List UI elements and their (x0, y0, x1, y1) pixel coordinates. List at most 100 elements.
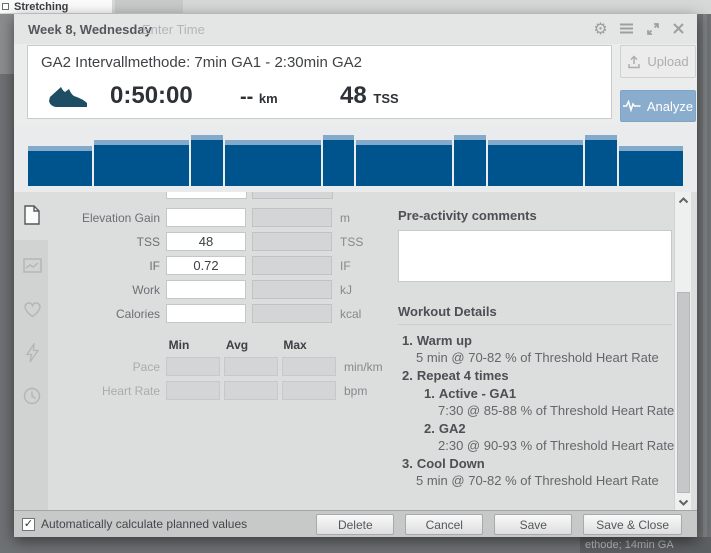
stats-input (224, 381, 278, 400)
auto-calc-checkbox[interactable]: ✓ Automatically calculate planned values (22, 517, 247, 531)
analyze-label: Analyze (647, 99, 693, 114)
step-detail: 2:30 @ 90-93 % of Threshold Heart Rate (438, 437, 682, 454)
step-detail: 7:30 @ 85-88 % of Threshold Heart Rate (438, 402, 682, 419)
background-left-strip (0, 14, 14, 553)
scrollbar-thumb[interactable] (677, 292, 690, 493)
chart-bar-body (323, 140, 355, 186)
clipped-input-completed (252, 192, 333, 199)
analyze-button[interactable]: Analyze (620, 90, 696, 122)
chart-bar-active-ga1[interactable] (488, 140, 584, 186)
workout-title: GA2 Intervallmethode: 7min GA1 - 2:30min… (41, 54, 362, 71)
step-name: Active - GA1 (439, 386, 516, 401)
close-icon[interactable] (670, 20, 687, 37)
waveform-icon (623, 100, 642, 112)
gear-icon[interactable]: ⚙ (592, 20, 609, 37)
step-name: Warm up (417, 333, 472, 348)
expand-icon[interactable] (644, 20, 661, 37)
field-label: IF (149, 259, 160, 273)
completed-input (252, 256, 332, 275)
enter-time-link[interactable]: Enter Time (142, 22, 205, 37)
step-number: 1. (424, 386, 435, 401)
background-left-highlight (0, 14, 14, 74)
step-title: 2. Repeat 4 times (402, 367, 682, 384)
stats-unit: bpm (344, 384, 367, 398)
chart-bar-cool-down[interactable] (619, 146, 683, 186)
workout-step-repeat-4-times: 2. Repeat 4 times (402, 367, 682, 384)
cancel-button[interactable]: Cancel (405, 514, 483, 535)
workout-structure-chart[interactable] (14, 125, 697, 192)
stats-input (282, 357, 336, 376)
chart-bar-body (94, 145, 190, 186)
planned-input[interactable] (166, 304, 246, 323)
workout-details-divider (398, 324, 672, 325)
background-workout-fragment: ethode; 14min GA (585, 539, 674, 551)
step-number: 2. (424, 421, 435, 436)
workout-step-ga2: 2.GA22:30 @ 90-93 % of Threshold Heart R… (424, 420, 682, 454)
distance-number: -- (240, 86, 253, 108)
field-unit: kJ (340, 283, 352, 297)
footer-buttons: Delete Cancel Save Save & Close (316, 514, 682, 535)
step-title: 1. Active - GA1 (424, 385, 682, 402)
pre-activity-comments-input[interactable] (398, 230, 672, 282)
completed-input (252, 208, 332, 227)
form-row-calories: Calorieskcal (14, 304, 697, 324)
stats-header-max: Max (268, 338, 322, 352)
duration-value: 0:50:00 (110, 82, 193, 110)
chart-bar-ga2[interactable] (323, 135, 355, 186)
step-number: 2. (402, 368, 413, 383)
planned-input[interactable] (166, 232, 246, 251)
workout-step-warm-up: 1.Warm up5 min @ 70-82 % of Threshold He… (402, 332, 682, 366)
upload-label: Upload (647, 54, 688, 69)
chart-bar-ga2[interactable] (454, 135, 486, 186)
background-checkbox (2, 3, 9, 10)
save-button[interactable]: Save (494, 514, 572, 535)
chart-bar-body (488, 145, 584, 186)
chart-bar-body (356, 145, 452, 186)
planned-input[interactable] (166, 280, 246, 299)
step-name: Cool Down (417, 456, 485, 471)
chart-bar-active-ga1[interactable] (225, 140, 321, 186)
save-close-button[interactable]: Save & Close (583, 514, 682, 535)
workout-details-list: 1. Warm up 5 min @ 70-82 % of Threshold He… (402, 332, 682, 490)
chart-bar-active-ga1[interactable] (94, 140, 190, 186)
menu-icon[interactable] (618, 20, 635, 37)
pre-activity-comments-title: Pre-activity comments (398, 208, 537, 223)
chart-bar-ga2[interactable] (585, 135, 617, 186)
field-unit: IF (340, 259, 351, 273)
completed-input (252, 280, 332, 299)
chart-bar-active-ga1[interactable] (356, 140, 452, 186)
tss-unit: TSS (373, 91, 398, 106)
form-row-work: WorkkJ (14, 280, 697, 300)
scroll-up-arrow[interactable] (675, 192, 692, 208)
step-name: Repeat 4 times (417, 368, 509, 383)
tss-value: 48 TSS (340, 82, 399, 110)
planned-input[interactable] (166, 256, 246, 275)
step-detail: 5 min @ 70-82 % of Threshold Heart Rate (416, 472, 682, 489)
chart-bar-body (454, 140, 486, 186)
step-number: 1. (402, 333, 413, 348)
stats-header-avg: Avg (210, 338, 264, 352)
dialog-header: Week 8, Wednesday Enter Time ⚙ (14, 14, 697, 44)
step-number: 3. (402, 456, 413, 471)
field-unit: kcal (340, 307, 361, 321)
chart-bar-ga2[interactable] (191, 135, 223, 186)
scrollbar[interactable] (674, 192, 691, 510)
chart-bar-warm-up[interactable] (28, 146, 92, 186)
upload-button[interactable]: Upload (620, 45, 696, 78)
dialog-footer: ✓ Automatically calculate planned values… (14, 510, 697, 537)
completed-input (252, 304, 332, 323)
step-title: 2.GA2 (424, 420, 682, 437)
field-unit: m (340, 211, 350, 225)
background-workout-label: Stretching (14, 1, 68, 13)
scroll-down-arrow[interactable] (675, 494, 692, 510)
chart-bar-body (225, 145, 321, 186)
delete-button[interactable]: Delete (316, 514, 394, 535)
checkbox-checked-icon[interactable]: ✓ (22, 518, 35, 531)
stats-unit: min/km (344, 360, 383, 374)
dialog-body: Elevation GainmTSSTSSIFIFWorkkJCaloriesk… (14, 192, 697, 510)
planned-input[interactable] (166, 208, 246, 227)
upload-icon (627, 55, 641, 69)
step-title: 1. Warm up (402, 332, 682, 349)
field-unit: TSS (340, 235, 363, 249)
stats-input (166, 381, 220, 400)
